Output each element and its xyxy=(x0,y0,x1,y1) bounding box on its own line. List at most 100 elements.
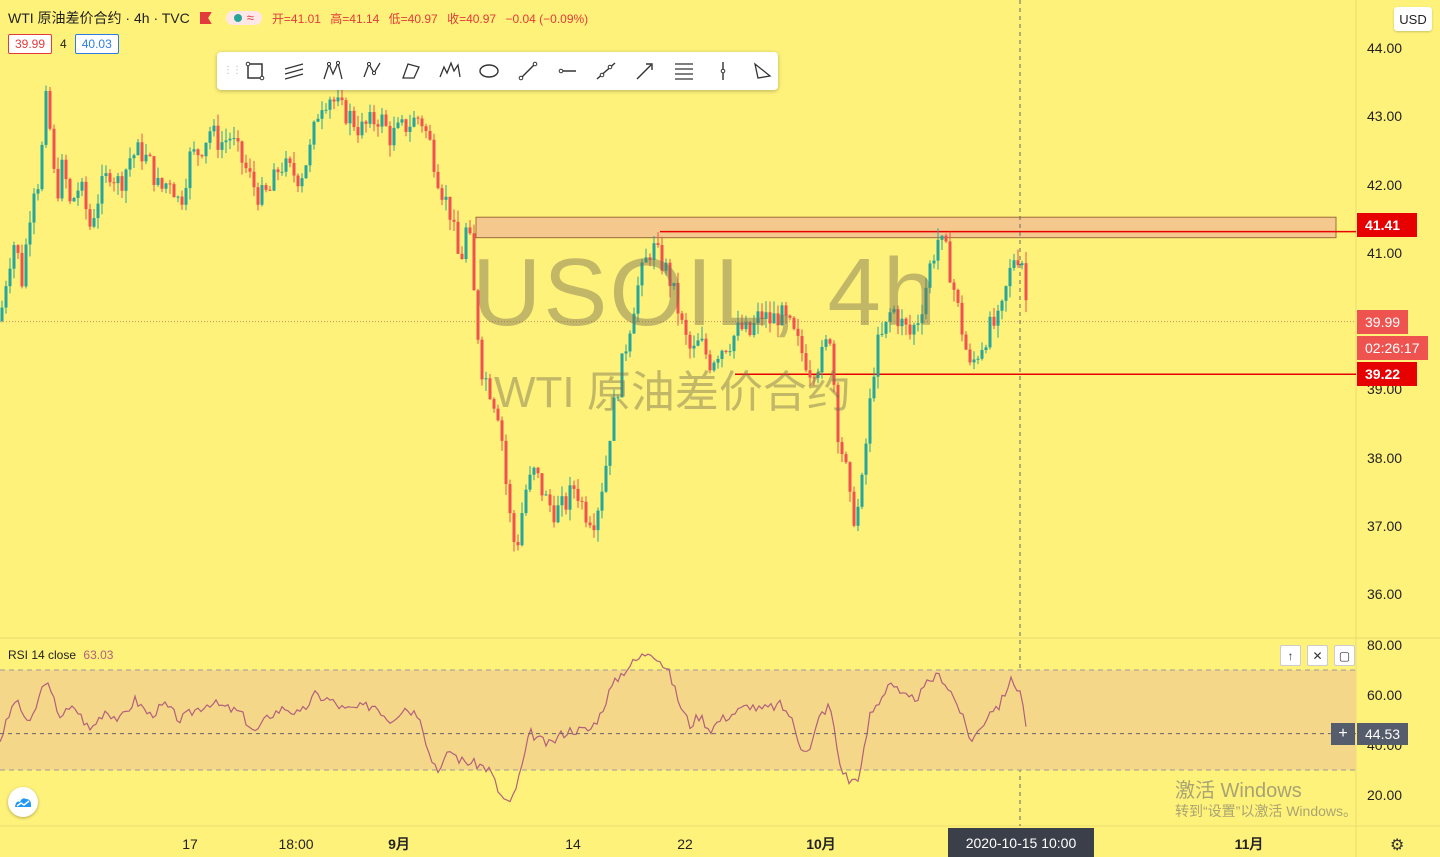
candle xyxy=(312,120,316,150)
candle xyxy=(540,473,544,501)
candle xyxy=(136,139,140,156)
candle xyxy=(320,101,324,130)
candle-body xyxy=(720,350,724,359)
candle-body xyxy=(24,244,28,287)
candle xyxy=(728,343,732,356)
high-value: 高=41.14 xyxy=(330,11,380,26)
sell-price-button[interactable]: 39.99 xyxy=(8,34,53,54)
candle xyxy=(544,490,548,496)
candle-body xyxy=(680,313,684,320)
ellipse-tool-button[interactable] xyxy=(469,55,508,87)
currency-button[interactable]: USD xyxy=(1394,7,1432,31)
candle-body xyxy=(776,313,780,326)
candle-body xyxy=(120,176,124,191)
candle-body xyxy=(824,339,828,347)
candle-body xyxy=(768,312,772,324)
trend-line-tool-button[interactable] xyxy=(508,55,547,87)
candle-body xyxy=(832,343,836,385)
rsi-label[interactable]: RSI 14 close xyxy=(8,648,76,662)
candle xyxy=(372,105,376,132)
candle-body xyxy=(524,489,528,514)
symbol-title[interactable]: WTI 原油差价合约 · 4h · TVC xyxy=(8,8,190,28)
candle xyxy=(624,344,628,361)
close-pane-icon[interactable]: ✕ xyxy=(1307,645,1328,666)
candle xyxy=(384,109,388,127)
low-value: 低=40.97 xyxy=(388,11,438,26)
abcd-pattern-tool-button[interactable] xyxy=(352,55,391,87)
parallel-channel-icon xyxy=(284,63,303,80)
buy-price-button[interactable]: 40.03 xyxy=(74,34,119,54)
candle-body xyxy=(640,262,644,286)
candle xyxy=(844,451,848,465)
candle xyxy=(500,416,504,451)
candle xyxy=(780,302,784,326)
candle xyxy=(576,479,580,508)
candle xyxy=(296,173,300,193)
candle xyxy=(56,157,60,202)
market-status-pill[interactable]: ≈ xyxy=(225,11,262,25)
candle xyxy=(880,322,884,337)
candle xyxy=(536,466,540,479)
candle-body xyxy=(552,505,556,523)
candle xyxy=(340,87,344,106)
candle-body xyxy=(868,398,872,444)
candle-body xyxy=(604,465,608,492)
candle-body xyxy=(448,196,452,220)
arrow-line-tool-button[interactable] xyxy=(625,55,664,87)
xabcd-pattern-tool-button[interactable] xyxy=(313,55,352,87)
vertical-line-tool-button[interactable] xyxy=(703,55,742,87)
toolbar-drag-handle-icon[interactable]: ⋮⋮ xyxy=(223,66,242,76)
rectangle-tool-button[interactable] xyxy=(235,55,274,87)
candle-body xyxy=(168,183,172,185)
candle xyxy=(888,308,892,333)
candle xyxy=(868,388,872,453)
candle-body xyxy=(728,351,732,353)
candle-body xyxy=(996,310,1000,326)
candle xyxy=(292,151,296,183)
maximize-pane-icon[interactable]: ▢ xyxy=(1334,645,1355,666)
candle xyxy=(584,496,588,528)
candle xyxy=(16,244,20,260)
candle xyxy=(24,238,28,289)
candle xyxy=(280,162,284,176)
candle-body xyxy=(528,474,532,490)
candle xyxy=(640,258,644,297)
candle xyxy=(808,360,812,386)
chart-canvas[interactable] xyxy=(0,0,1440,857)
triangle-pattern-tool-button[interactable] xyxy=(391,55,430,87)
candle xyxy=(496,404,500,422)
time-tick-label: 9月 xyxy=(388,836,410,852)
price-tick-label: 41.00 xyxy=(1367,244,1403,261)
candle-body xyxy=(148,154,152,157)
candle-body xyxy=(748,322,752,336)
move-pane-up-icon[interactable]: ↑ xyxy=(1280,645,1301,666)
candle xyxy=(532,466,536,481)
candle-body xyxy=(888,312,892,322)
candle xyxy=(220,131,224,159)
candle xyxy=(916,314,920,332)
horizontal-ray-tool-button[interactable] xyxy=(547,55,586,87)
candle-body xyxy=(128,158,132,170)
fib-retracement-tool-button[interactable] xyxy=(664,55,703,87)
polyline-tool-button[interactable] xyxy=(742,55,781,87)
candle-body xyxy=(344,100,348,124)
candle-body xyxy=(964,334,968,350)
candle-body xyxy=(368,112,372,124)
candle-body xyxy=(444,196,448,200)
gear-icon[interactable]: ⚙ xyxy=(1390,835,1404,855)
elliott-wave-tool-button[interactable] xyxy=(430,55,469,87)
tradingview-logo-icon[interactable] xyxy=(8,787,38,817)
price-tick-label: 42.00 xyxy=(1367,176,1403,193)
candle xyxy=(1008,259,1012,298)
candle-body xyxy=(956,289,960,303)
extended-line-tool-button[interactable] xyxy=(586,55,625,87)
flag-icon[interactable] xyxy=(199,12,212,24)
candle-body xyxy=(884,321,888,334)
candle xyxy=(84,176,88,220)
candle-body xyxy=(584,501,588,523)
add-plus-icon[interactable]: + xyxy=(1331,723,1355,745)
candle xyxy=(804,344,808,373)
parallel-channel-tool-button[interactable] xyxy=(274,55,313,87)
candle xyxy=(964,331,968,351)
candle xyxy=(252,160,256,197)
